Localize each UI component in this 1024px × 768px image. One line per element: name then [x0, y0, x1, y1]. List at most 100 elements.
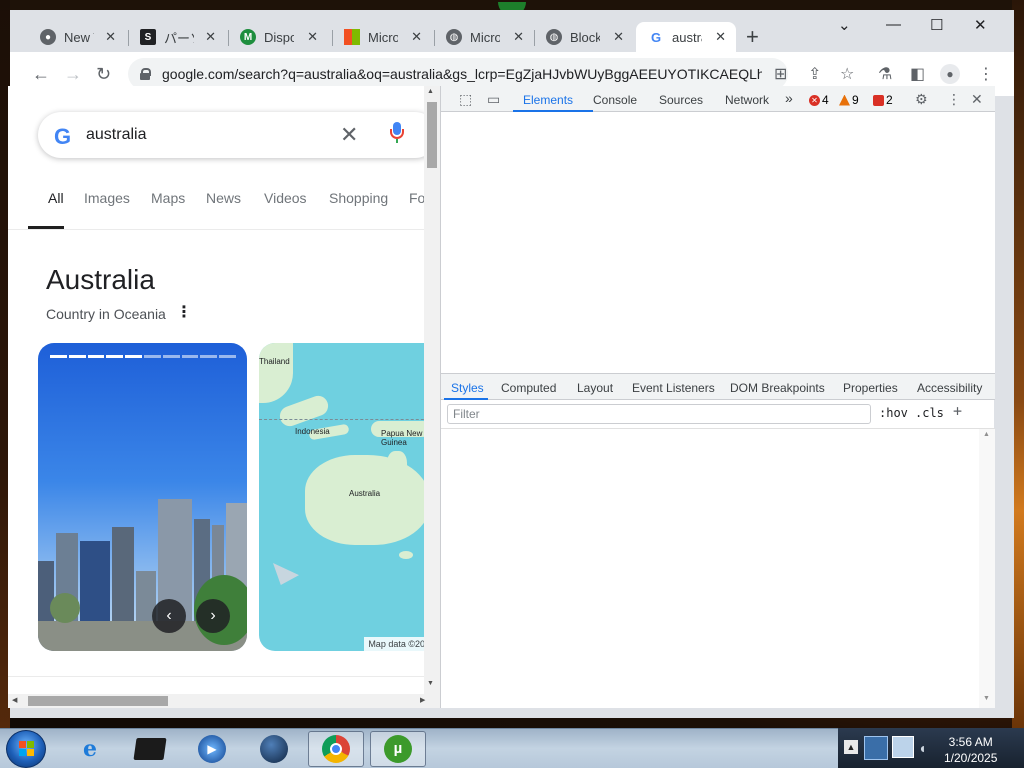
knowledge-panel-title: Australia: [46, 264, 155, 295]
devtools-tab-sources[interactable]: Sources: [659, 93, 703, 107]
network-icon[interactable]: [892, 736, 914, 758]
issues-count-badge[interactable]: 2: [873, 93, 893, 107]
search-tab-maps[interactable]: Maps: [151, 190, 185, 206]
media-player-icon[interactable]: ▶: [184, 731, 240, 767]
devtools-tab-console[interactable]: Console: [593, 93, 637, 107]
reload-button[interactable]: ↻: [96, 64, 111, 85]
subtab-dom-breakpoints[interactable]: DOM Breakpoints: [730, 381, 825, 395]
carousel-next-button[interactable]: ›: [196, 599, 230, 633]
elements-tree-pane: [441, 112, 995, 373]
tab-australia[interactable]: G australia ✕: [636, 22, 736, 52]
error-count-badge[interactable]: ✕ 4: [809, 93, 829, 107]
page-vertical-scrollbar[interactable]: ▲ ▼: [424, 86, 440, 694]
australia-map[interactable]: Thailand Indonesia Papua New Guinea Austr…: [259, 343, 432, 651]
styles-scrollbar[interactable]: ▲ ▼: [979, 429, 995, 708]
warning-count-badge[interactable]: 9: [839, 93, 859, 107]
show-hidden-icons-icon[interactable]: ▲: [844, 740, 858, 754]
back-button[interactable]: ←: [32, 64, 50, 85]
hover-state-toggle[interactable]: :hov: [879, 406, 908, 420]
carousel-prev-button[interactable]: ‹: [152, 599, 186, 633]
tab-blocked[interactable]: ◍ Blocked ✕: [534, 22, 634, 52]
scroll-up-arrow-icon[interactable]: ▲: [983, 431, 990, 438]
close-icon[interactable]: ✕: [105, 29, 116, 45]
devtools-panel: ⬚ ▭ Elements Console Sources Network » ✕…: [440, 86, 995, 708]
search-tab-all[interactable]: All: [48, 190, 64, 206]
utorrent-icon[interactable]: µ: [370, 731, 426, 767]
settings-gear-icon[interactable]: ⚙: [915, 91, 928, 108]
google-g-icon: G: [650, 29, 662, 45]
share-icon[interactable]: ⇪: [808, 64, 821, 84]
carousel-progress-segment: [106, 355, 124, 358]
new-style-rule-icon[interactable]: +: [953, 402, 962, 420]
terminal-app-icon[interactable]: [122, 731, 178, 767]
globe-app-icon[interactable]: [246, 731, 302, 767]
start-button[interactable]: [6, 730, 46, 768]
subtab-styles[interactable]: Styles: [451, 381, 484, 395]
search-input[interactable]: australia: [86, 126, 146, 144]
tab-new-tab[interactable]: ● New Tab ✕: [28, 22, 126, 52]
subtab-event-listeners[interactable]: Event Listeners: [632, 381, 715, 395]
microphone-icon[interactable]: [390, 122, 404, 144]
profile-avatar-icon[interactable]: ●: [940, 64, 960, 84]
devtools-menu-icon[interactable]: ⋮: [947, 91, 961, 108]
tab-search-icon[interactable]: ⌄: [838, 16, 851, 34]
bookmark-star-icon[interactable]: ☆: [840, 64, 854, 84]
forward-button[interactable]: →: [64, 64, 82, 85]
action-center-flag-icon[interactable]: [864, 736, 888, 760]
australia-photo-carousel[interactable]: ‹ ›: [38, 343, 247, 651]
paper-plane-icon: [273, 563, 299, 585]
clear-search-icon[interactable]: ✕: [340, 122, 358, 148]
window-close-button[interactable]: ✕: [974, 16, 987, 34]
subtab-layout[interactable]: Layout: [577, 381, 613, 395]
volume-icon[interactable]: ◖: [918, 740, 926, 756]
search-box[interactable]: G australia ✕: [38, 112, 432, 158]
devtools-tab-network[interactable]: Network: [725, 93, 769, 107]
scrollbar-thumb[interactable]: [28, 696, 168, 706]
tab-personal[interactable]: S パーソナル ✕: [128, 22, 226, 52]
subtab-properties[interactable]: Properties: [843, 381, 898, 395]
close-icon[interactable]: ✕: [307, 29, 318, 45]
inspect-element-icon[interactable]: ⬚: [459, 91, 472, 108]
warning-icon: [839, 94, 850, 106]
search-tab-shopping[interactable]: Shopping: [329, 190, 388, 206]
more-tabs-icon[interactable]: »: [785, 90, 793, 106]
tab-disposable[interactable]: M Disposable ✕: [228, 22, 328, 52]
translate-icon[interactable]: ⊞: [774, 64, 787, 84]
scroll-down-arrow-icon[interactable]: ▼: [983, 695, 990, 702]
minimize-button[interactable]: —: [886, 16, 901, 33]
chrome-taskbar-icon[interactable]: [308, 731, 364, 767]
devtools-close-icon[interactable]: ✕: [971, 91, 983, 108]
scroll-left-arrow-icon[interactable]: ◀: [12, 696, 17, 704]
page-horizontal-scrollbar[interactable]: ◀ ▶: [8, 694, 440, 708]
device-toolbar-icon[interactable]: ▭: [487, 91, 500, 108]
search-tab-news[interactable]: News: [206, 190, 241, 206]
subtab-computed[interactable]: Computed: [501, 381, 556, 395]
subtab-accessibility[interactable]: Accessibility: [917, 381, 982, 395]
class-toggle[interactable]: .cls: [915, 406, 944, 420]
extension-flask-icon[interactable]: ⚗: [878, 64, 892, 84]
close-icon[interactable]: ✕: [411, 29, 422, 45]
search-tab-videos[interactable]: Videos: [264, 190, 307, 206]
lock-icon[interactable]: [140, 68, 151, 80]
close-icon[interactable]: ✕: [205, 29, 216, 45]
close-icon[interactable]: ✕: [513, 29, 524, 45]
menu-kebab-icon[interactable]: ⋮: [978, 64, 994, 84]
taskbar-clock[interactable]: 3:56 AM 1/20/2025: [944, 734, 997, 766]
new-tab-button[interactable]: +: [746, 24, 759, 50]
tab-microsoft-1[interactable]: Microsoft ✕: [332, 22, 432, 52]
search-tab-images[interactable]: Images: [84, 190, 130, 206]
side-panel-icon[interactable]: ◧: [910, 64, 925, 84]
scroll-right-arrow-icon[interactable]: ▶: [420, 696, 425, 704]
tab-microsoft-2[interactable]: ◍ Microsoft ✕: [434, 22, 534, 52]
close-icon[interactable]: ✕: [715, 29, 726, 45]
devtools-tab-elements[interactable]: Elements: [523, 93, 573, 107]
more-options-icon[interactable]: ⋮: [176, 302, 192, 322]
styles-filter-input[interactable]: Filter: [447, 404, 871, 424]
maximize-button[interactable]: ☐: [930, 16, 943, 34]
scroll-up-arrow-icon[interactable]: ▲: [427, 88, 434, 95]
scroll-down-arrow-icon[interactable]: ▼: [427, 680, 434, 687]
scrollbar-thumb[interactable]: [427, 102, 437, 168]
internet-explorer-icon[interactable]: e: [62, 731, 118, 767]
close-icon[interactable]: ✕: [613, 29, 624, 45]
carousel-progress-segment: [200, 355, 218, 358]
